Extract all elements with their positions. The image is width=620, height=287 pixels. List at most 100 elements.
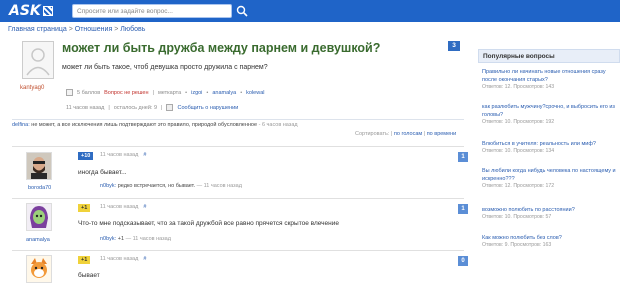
- sidebar-question-link[interactable]: Вы любили когда нибудь человека по насто…: [482, 167, 618, 183]
- meta-sep: |: [152, 89, 154, 96]
- answer-time: 11 часов назад #: [100, 256, 146, 262]
- question-text: может ли быть такое, чтоб девушка просто…: [62, 64, 268, 71]
- answer-avatar[interactable]: [26, 152, 52, 180]
- answer-author[interactable]: boroda70: [28, 185, 51, 191]
- logo-mark-icon: [42, 6, 53, 16]
- sidebar-question-item: как разлюбить мужчину?срочно, и выбросит…: [482, 103, 618, 126]
- sidebar-question-stats: Ответов: 9. Просмотров: 163: [482, 242, 552, 248]
- question-meta: 5 баллов Вопрос не решен | меткарта • iz…: [66, 89, 264, 96]
- question-period: осталось дней: 9: [113, 104, 158, 111]
- answer-avatar[interactable]: [26, 203, 52, 231]
- breadcrumb-home[interactable]: Главная страница: [8, 26, 67, 33]
- answers-count-badge: 3: [448, 41, 460, 51]
- popular-questions-sidebar: Популярные вопросы Правильно ли начинать…: [478, 49, 620, 248]
- breadcrumb-subcategory[interactable]: Любовь: [120, 26, 145, 33]
- answer-item: anamalya +1 11 часов назад # Что-то мне п…: [12, 198, 468, 250]
- answer-rating[interactable]: 0: [458, 256, 468, 266]
- question-time: 11 часов назад: [66, 104, 105, 111]
- question-status: Вопрос не решен: [104, 89, 149, 96]
- sidebar-question-link[interactable]: Влюбиться в учителя: реальность или миф?: [482, 140, 618, 148]
- reply-author[interactable]: n0byk:: [100, 183, 116, 189]
- sidebar-question-stats: Ответов: 10. Просмотров: 57: [482, 214, 552, 220]
- sort-sep: |: [423, 131, 426, 137]
- sidebar-question-item: Как можно полюбить без слов? Ответов: 9.…: [482, 234, 618, 249]
- answer-reply: n0byk: редко встречается, но бывает. — 1…: [100, 183, 242, 189]
- question-title: может ли быть дружба между парнем и деву…: [62, 41, 381, 55]
- sort-by-time[interactable]: по времени: [427, 131, 457, 137]
- tags-label: меткарта: [157, 89, 182, 96]
- sort-by-votes[interactable]: по голосам: [394, 131, 422, 137]
- sidebar-question-link[interactable]: возможно полюбить по расстоянии?: [482, 206, 618, 214]
- tag-link[interactable]: izgoi: [191, 90, 202, 96]
- question-points: 5 баллов: [77, 89, 101, 96]
- answer-rating[interactable]: 1: [458, 152, 468, 162]
- vote-badge: +1: [78, 204, 91, 212]
- sidebar-title: Популярные вопросы: [478, 49, 620, 63]
- answer-author[interactable]: anamalya: [26, 237, 50, 243]
- answer-text: Что-то мне подсказывает, что за такой др…: [78, 220, 339, 227]
- vote-badge: +10: [78, 152, 94, 160]
- sidebar-question-link[interactable]: Как можно полюбить без слов?: [482, 234, 618, 242]
- answer-time-text: 11 часов назад: [100, 256, 139, 262]
- reply-time: — 11 часов назад: [196, 183, 242, 189]
- answer-reply: n0byk: +1 — 11 часов назад: [100, 236, 171, 242]
- reply-text: редко встречается, но бывает.: [117, 183, 196, 189]
- question-meta-2: 11 часов назад | осталось дней: 9 | Сооб…: [66, 104, 238, 111]
- answer-permalink[interactable]: #: [143, 204, 146, 210]
- breadcrumb-sep: >: [68, 26, 73, 33]
- comment-time: - 6 часов назад: [258, 122, 298, 128]
- sort-sep: |: [390, 131, 393, 137]
- breadcrumb-category[interactable]: Отношения: [75, 26, 113, 33]
- avatar-cartoon-fox-icon: [27, 256, 51, 282]
- question-comment: delfina: не может, а все исключения лишь…: [12, 119, 464, 128]
- answer-avatar[interactable]: [26, 255, 52, 283]
- sort-label: Сортировать:: [355, 131, 390, 137]
- default-avatar-icon: [26, 48, 50, 76]
- sidebar-question-link[interactable]: Правильно ли начинать новые отношения ср…: [482, 68, 618, 84]
- tag-bullet-icon: •: [185, 89, 188, 96]
- answer-rating[interactable]: 1: [458, 204, 468, 214]
- reply-author[interactable]: n0byk:: [100, 236, 116, 242]
- sidebar-question-item: Правильно ли начинать новые отношения ср…: [482, 68, 618, 91]
- tag-bullet-icon: •: [240, 89, 243, 96]
- sidebar-question-link[interactable]: как разлюбить мужчину?срочно, и выбросит…: [482, 103, 618, 119]
- vote-badge: +1: [78, 256, 91, 264]
- sidebar-question-item: возможно полюбить по расстоянии? Ответов…: [482, 206, 618, 221]
- sidebar-question-stats: Ответов: 10. Просмотров: 192: [482, 119, 555, 125]
- site-logo[interactable]: ASK: [9, 3, 53, 19]
- answer-permalink[interactable]: #: [143, 256, 146, 262]
- search-placeholder: Спросите или задайте вопрос...: [77, 7, 173, 15]
- answer-permalink[interactable]: #: [143, 152, 146, 158]
- tag-link[interactable]: kolewal: [246, 90, 264, 96]
- question-author-name[interactable]: kantyag0: [20, 85, 44, 91]
- avatar-cartoon-girl-icon: [27, 204, 51, 230]
- breadcrumb-sep: >: [114, 26, 119, 33]
- tag-bullet-icon: •: [206, 89, 209, 96]
- search-icon[interactable]: [235, 4, 249, 18]
- report-icon: [166, 104, 174, 111]
- answer-time-text: 11 часов назад: [100, 204, 139, 210]
- comment-text: не может, а все исключения лишь подтверж…: [31, 122, 258, 128]
- points-icon: [66, 89, 73, 96]
- reply-text: +1: [117, 236, 125, 242]
- report-link[interactable]: Сообщить о нарушении: [177, 105, 238, 111]
- question-author-avatar[interactable]: [22, 41, 54, 79]
- avatar-bearded-man-icon: [27, 153, 51, 179]
- meta-sep: |: [161, 104, 163, 111]
- answer-time: 11 часов назад #: [100, 152, 146, 158]
- logo-text: ASK: [9, 3, 41, 19]
- breadcrumb: Главная страница > Отношения > Любовь: [8, 26, 145, 33]
- reply-time: — 11 часов назад: [125, 236, 171, 242]
- tag-link[interactable]: anamalya: [212, 90, 236, 96]
- answer-item: +1 11 часов назад # бывает 0: [12, 250, 468, 287]
- answer-time: 11 часов назад #: [100, 204, 146, 210]
- search-input[interactable]: Спросите или задайте вопрос...: [72, 4, 232, 18]
- comment-author[interactable]: delfina:: [12, 122, 30, 128]
- answer-time-text: 11 часов назад: [100, 152, 139, 158]
- sidebar-question-item: Влюбиться в учителя: реальность или миф?…: [482, 140, 618, 155]
- sidebar-question-stats: Ответов: 12. Просмотров: 143: [482, 84, 555, 90]
- sidebar-question-stats: Ответов: 12. Просмотров: 172: [482, 183, 555, 189]
- top-bar: ASK Спросите или задайте вопрос...: [0, 0, 620, 22]
- sidebar-question-item: Вы любили когда нибудь человека по насто…: [482, 167, 618, 190]
- sort-controls: Сортировать: | по голосам | по времени: [355, 131, 456, 137]
